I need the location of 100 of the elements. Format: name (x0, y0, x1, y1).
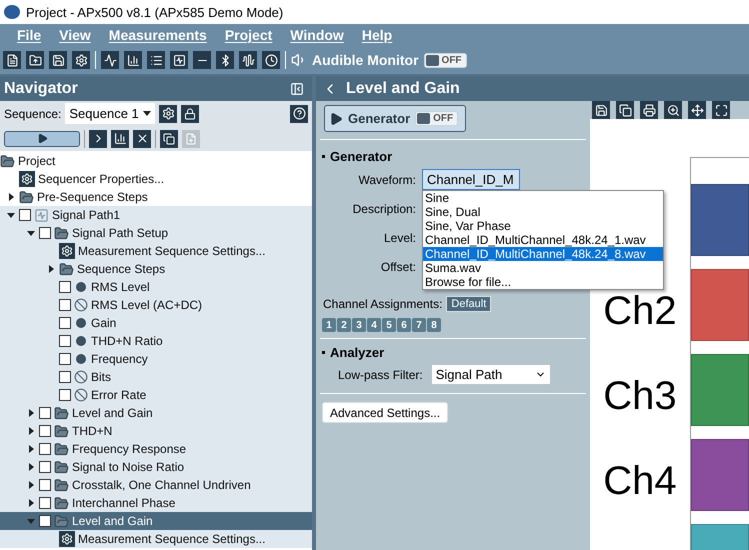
run-button[interactable] (4, 130, 80, 146)
checkbox[interactable] (39, 443, 51, 455)
tree-item[interactable]: Error Rate (91, 388, 146, 402)
tree-item[interactable]: Bits (91, 370, 112, 384)
save-icon[interactable] (49, 51, 67, 69)
field-label: Offset: (380, 259, 417, 276)
expand-arrow-icon[interactable] (28, 499, 34, 507)
channel-button[interactable]: 3 (352, 318, 366, 332)
expand-arrow-icon[interactable] (48, 265, 54, 273)
pan-icon[interactable] (688, 101, 706, 119)
waveform-dropdown[interactable]: Channel_ID_M (422, 169, 520, 190)
channel-button[interactable]: 5 (382, 318, 396, 332)
folder-icon (54, 514, 69, 528)
menu-item[interactable]: View (50, 27, 100, 43)
dropdown-option[interactable]: Channel_ID_MultiChannel_48k.24_1.wav (423, 233, 663, 247)
meter-icon[interactable] (111, 130, 129, 148)
lock-icon[interactable] (181, 104, 200, 122)
add-step-icon[interactable] (89, 130, 107, 148)
channel-label: Ch2 (602, 288, 678, 335)
menu-item[interactable]: Help (352, 27, 402, 43)
checkbox[interactable] (59, 299, 71, 311)
save-icon[interactable] (592, 101, 610, 119)
channel-assignments-dropdown[interactable]: Default (446, 296, 492, 312)
panel-title: Navigator (4, 80, 78, 98)
menu-item[interactable]: File (8, 27, 50, 43)
copy-icon[interactable] (616, 101, 634, 119)
channel-button[interactable]: 8 (427, 318, 441, 332)
tree-item[interactable]: Signal Path1 (52, 208, 120, 222)
bluetooth-icon[interactable] (216, 51, 234, 69)
lowpass-dropdown[interactable]: Signal Path (430, 364, 551, 385)
checkbox[interactable] (39, 461, 51, 473)
expand-arrow-icon[interactable] (28, 463, 34, 471)
pulse-icon[interactable] (170, 51, 188, 69)
tree-item[interactable]: Gain (91, 316, 116, 330)
tree-item[interactable]: Sequencer Properties... (38, 172, 164, 186)
bar-icon[interactable] (193, 51, 211, 69)
folder-icon[interactable] (26, 51, 44, 69)
audible-monitor-toggle[interactable]: OFF (424, 52, 467, 68)
checkbox[interactable] (59, 389, 71, 401)
document-icon[interactable] (3, 51, 21, 69)
checkbox[interactable] (59, 335, 71, 347)
settings-icon[interactable] (159, 104, 178, 122)
generator-button[interactable]: Generator OFF (324, 105, 466, 132)
tree-item[interactable]: RMS Level (91, 280, 150, 294)
dropdown-option[interactable]: Channel_ID_MultiChannel_48k.24_8.wav (423, 247, 663, 261)
advanced-settings-button[interactable]: Advanced Settings... (322, 402, 448, 423)
clock-icon[interactable] (262, 51, 280, 69)
print-icon[interactable] (640, 101, 658, 119)
chart-icon[interactable] (124, 51, 142, 69)
checkbox[interactable] (39, 407, 51, 419)
checkbox[interactable] (39, 497, 51, 509)
checkbox[interactable] (59, 353, 71, 365)
collapse-icon[interactable] (290, 82, 304, 96)
checkbox[interactable] (39, 479, 51, 491)
expand-arrow-icon[interactable] (28, 409, 34, 417)
expand-arrow-icon[interactable] (28, 445, 34, 453)
channel-button[interactable]: 6 (397, 318, 411, 332)
expand-arrow-icon[interactable] (28, 481, 34, 489)
tree-item[interactable]: THD+N (72, 424, 112, 438)
dropdown-option[interactable]: Browse for file... (423, 275, 663, 289)
dropdown-option[interactable]: Suma.wav (423, 261, 663, 275)
channel-button[interactable]: 7 (412, 318, 426, 332)
channel-button[interactable]: 2 (337, 318, 351, 332)
expand-arrow-icon[interactable] (28, 427, 34, 435)
close-icon[interactable] (133, 130, 151, 148)
checkbox[interactable] (19, 209, 31, 221)
channel-button[interactable]: 4 (367, 318, 381, 332)
channel-button[interactable]: 1 (322, 318, 336, 332)
play-icon (329, 112, 343, 126)
sequence-dropdown[interactable]: Sequence 1 (65, 103, 156, 124)
menu-item[interactable]: Measurements (100, 27, 216, 43)
fit-icon[interactable] (712, 101, 730, 119)
copy-icon[interactable] (160, 130, 178, 148)
tree-item[interactable]: Frequency (91, 352, 148, 366)
tree-item[interactable]: THD+N Ratio (91, 334, 163, 348)
checkbox[interactable] (59, 371, 71, 383)
settings-icon[interactable] (72, 51, 90, 69)
list-icon[interactable] (147, 51, 165, 69)
checkbox[interactable] (59, 317, 71, 329)
folder-icon (54, 460, 69, 474)
checkbox[interactable] (39, 227, 51, 239)
checkbox[interactable] (39, 425, 51, 437)
channel-label: Ch3 (602, 373, 678, 420)
menu-item[interactable]: Window (281, 27, 353, 43)
wave-icon[interactable] (101, 51, 119, 69)
tree-item[interactable]: Pre-Sequence Steps (37, 190, 148, 204)
waveform-icon[interactable] (239, 51, 257, 69)
dropdown-option[interactable]: Sine (423, 191, 663, 205)
menu-item[interactable]: Project (216, 27, 282, 43)
panel-title: Level and Gain (346, 80, 460, 98)
field-label: Channel Assignments: (323, 297, 442, 311)
zoom-icon[interactable] (664, 101, 682, 119)
help-icon[interactable] (290, 104, 308, 122)
expand-arrow-icon[interactable] (8, 193, 14, 201)
folder-icon (19, 190, 34, 204)
tree-item[interactable]: Project (18, 154, 56, 168)
checkbox[interactable] (39, 515, 51, 527)
dropdown-option[interactable]: Sine, Dual (423, 205, 663, 219)
dropdown-option[interactable]: Sine, Var Phase (423, 219, 663, 233)
checkbox[interactable] (59, 281, 71, 293)
